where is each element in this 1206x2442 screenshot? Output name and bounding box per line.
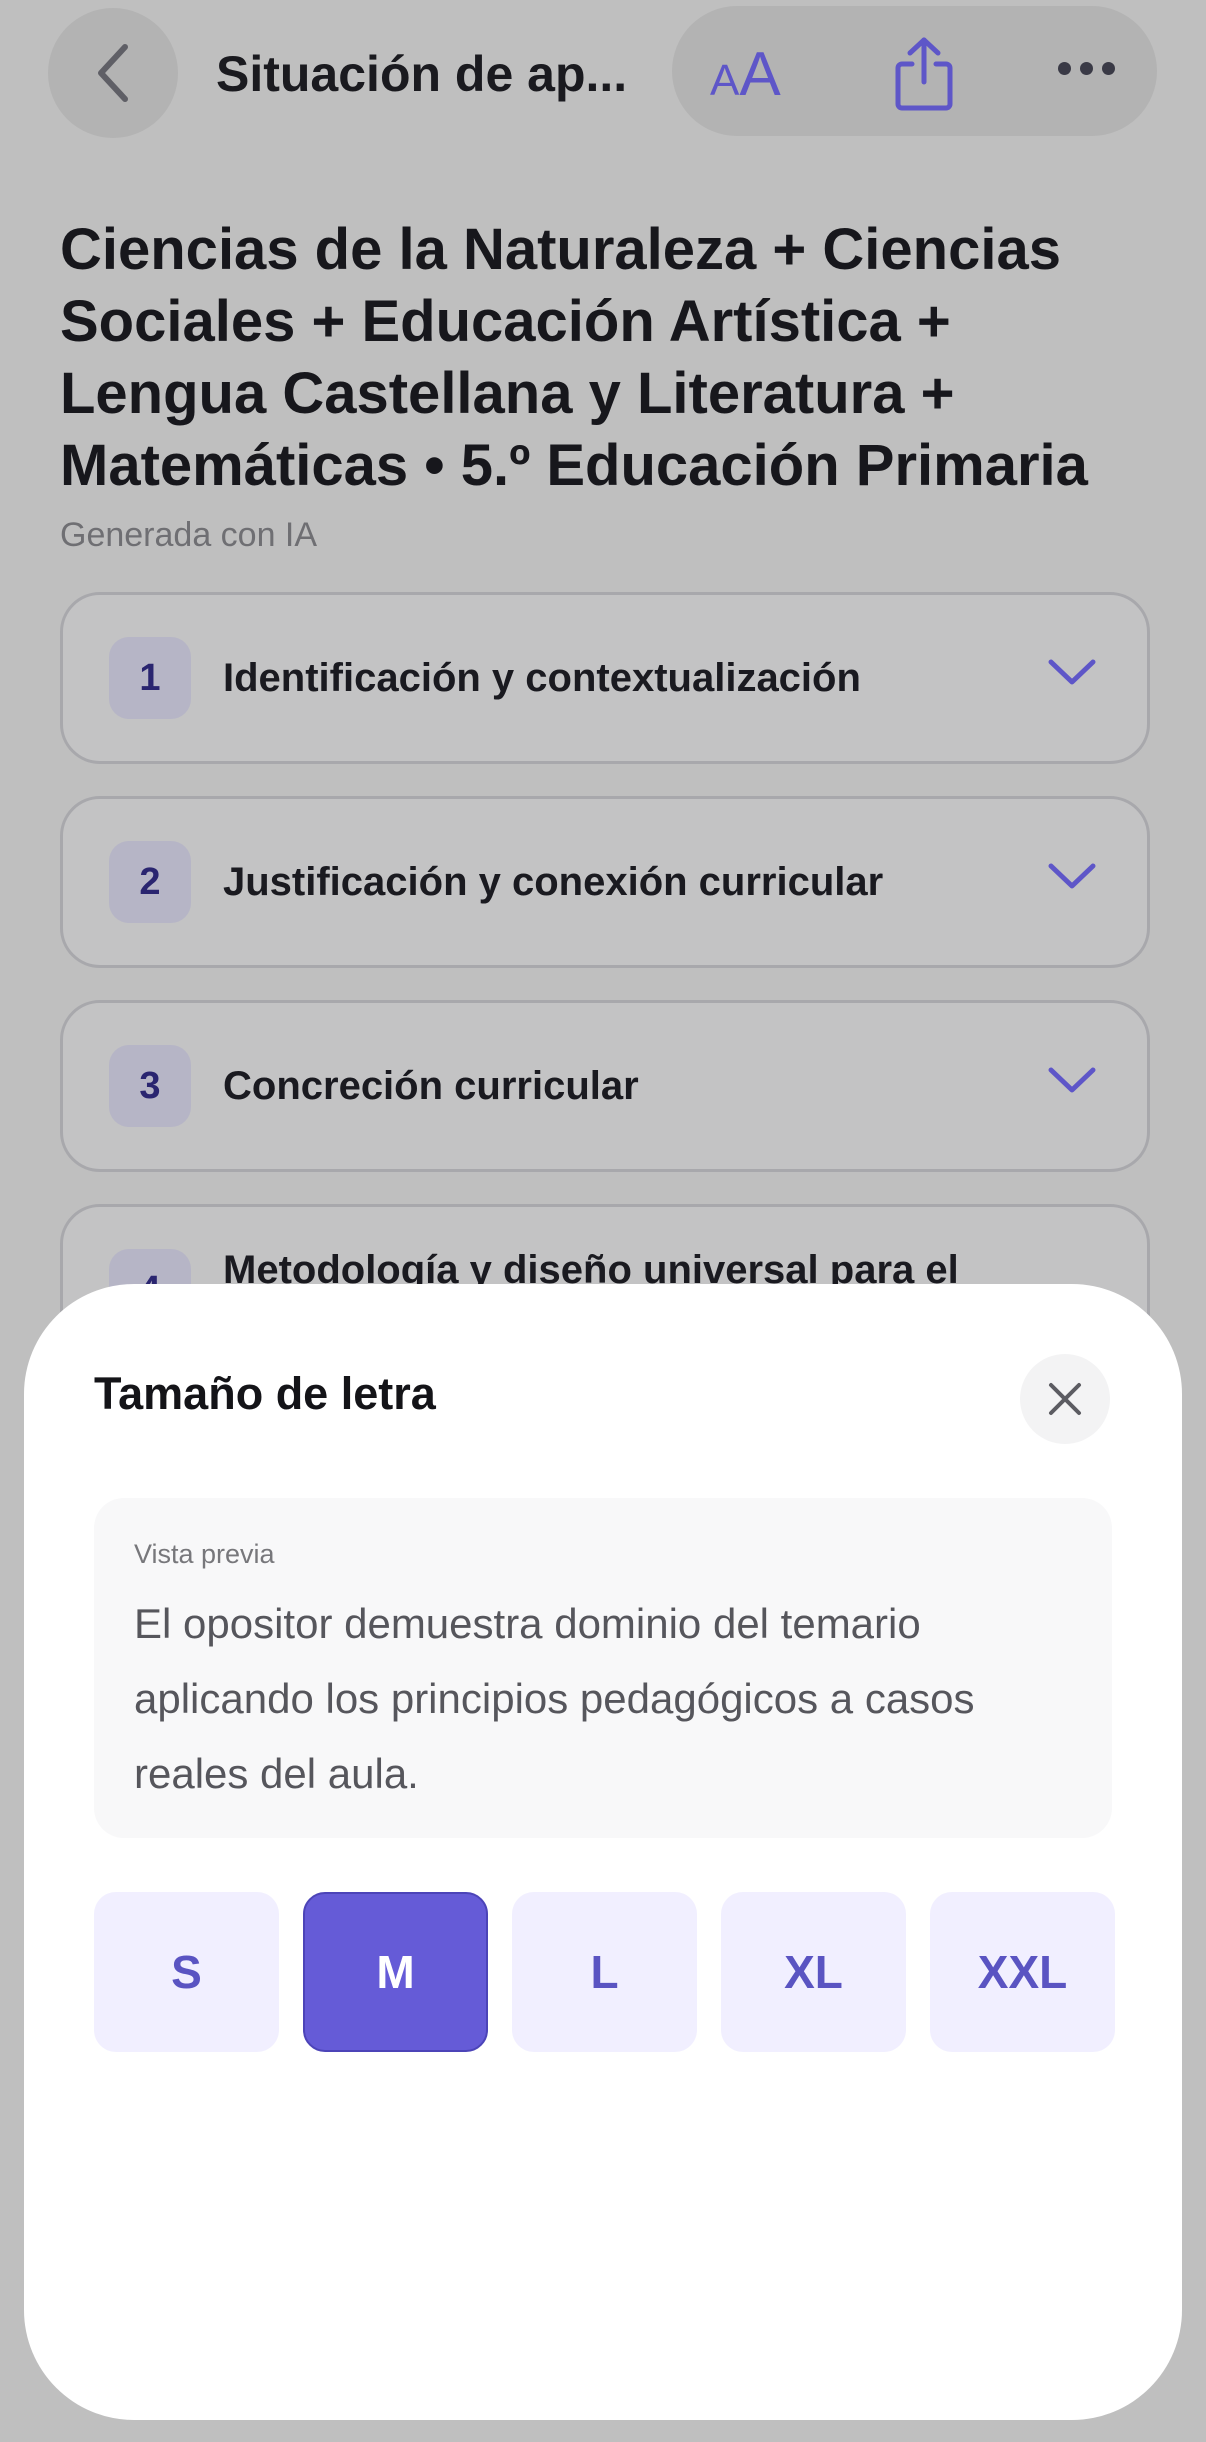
close-icon — [1049, 1383, 1081, 1415]
section-number: 3 — [109, 1045, 191, 1127]
section-card-2[interactable]: 2 Justificación y conexión curricular — [60, 796, 1150, 968]
page-background: Situación de ap... AA Ciencias de la Nat… — [0, 0, 1206, 2442]
section-label: Identificación y contextualización — [223, 656, 861, 700]
document-title: Ciencias de la Naturaleza + Ciencias Soc… — [60, 217, 1088, 498]
share-button[interactable] — [892, 36, 956, 117]
preview-box: Vista previa El opositor demuestra domin… — [94, 1498, 1112, 1838]
size-options: S M L XL XXL — [94, 1892, 1115, 2052]
font-size-icon-small: A — [710, 56, 740, 105]
more-dot — [1080, 62, 1093, 75]
size-option-xxl[interactable]: XXL — [930, 1892, 1115, 2052]
back-button[interactable] — [48, 8, 178, 138]
chevron-down-icon — [1048, 659, 1096, 685]
section-number: 2 — [109, 841, 191, 923]
close-button[interactable] — [1020, 1354, 1110, 1444]
section-card-1[interactable]: 1 Identificación y contextualización — [60, 592, 1150, 764]
share-icon — [895, 37, 953, 111]
document-subtitle: Generada con IA — [60, 516, 318, 554]
chevron-down-icon — [1048, 863, 1096, 889]
more-dot — [1058, 62, 1071, 75]
more-button[interactable] — [1058, 62, 1115, 75]
section-card-3[interactable]: 3 Concreción curricular — [60, 1000, 1150, 1172]
preview-label: Vista previa — [134, 1539, 275, 1569]
size-option-xl[interactable]: XL — [721, 1892, 906, 2052]
font-size-icon-big: A — [739, 40, 781, 109]
more-dot — [1102, 62, 1115, 75]
size-option-m[interactable]: M — [303, 1892, 488, 2052]
chevron-down-icon — [1048, 1067, 1096, 1093]
section-label: Concreción curricular — [223, 1064, 639, 1108]
section-label: Justificación y conexión curricular — [223, 860, 884, 904]
chevron-left-icon — [98, 44, 128, 102]
preview-text: El opositor demuestra dominio del temari… — [134, 1600, 975, 1797]
section-number: 1 — [109, 637, 191, 719]
font-size-button[interactable]: AA — [710, 40, 781, 126]
size-option-l[interactable]: L — [512, 1892, 697, 2052]
nav-title: Situación de ap... — [216, 46, 628, 102]
sheet-title: Tamaño de letra — [94, 1368, 436, 1419]
size-option-s[interactable]: S — [94, 1892, 279, 2052]
font-size-sheet: Tamaño de letra Vista previa El opositor… — [24, 1284, 1182, 2420]
